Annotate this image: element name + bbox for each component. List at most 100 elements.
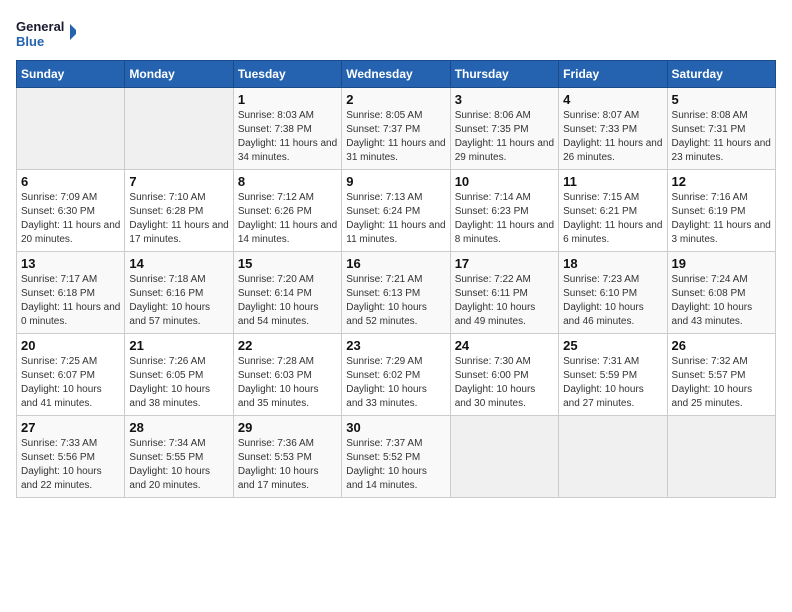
day-info: Sunrise: 8:06 AMSunset: 7:35 PMDaylight:… [455, 109, 554, 165]
day-info: Sunrise: 7:12 AMSunset: 6:26 PMDaylight:… [238, 191, 337, 247]
day-info: Sunrise: 7:21 AMSunset: 6:13 PMDaylight:… [346, 273, 445, 329]
calendar-cell: 18 Sunrise: 7:23 AMSunset: 6:10 PMDayligh… [559, 252, 667, 334]
calendar-header: SundayMondayTuesdayWednesdayThursdayFrid… [17, 61, 776, 88]
day-info: Sunrise: 7:34 AMSunset: 5:55 PMDaylight:… [129, 437, 228, 493]
calendar-cell: 6 Sunrise: 7:09 AMSunset: 6:30 PMDaylight… [17, 170, 125, 252]
calendar-cell: 3 Sunrise: 8:06 AMSunset: 7:35 PMDaylight… [450, 88, 558, 170]
calendar-cell: 9Sunrise: 7:13 AMSunset: 6:24 PMDaylight… [342, 170, 450, 252]
day-info: Sunrise: 7:09 AMSunset: 6:30 PMDaylight:… [21, 191, 120, 247]
calendar-body: 1Sunrise: 8:03 AMSunset: 7:38 PMDaylight… [17, 88, 776, 498]
calendar-cell: 19 Sunrise: 7:24 AMSunset: 6:08 PMDayligh… [667, 252, 775, 334]
calendar-cell: 20 Sunrise: 7:25 AMSunset: 6:07 PMDayligh… [17, 334, 125, 416]
day-info: Sunrise: 7:22 AMSunset: 6:11 PMDaylight:… [455, 273, 554, 329]
day-info: Sunrise: 7:26 AMSunset: 6:05 PMDaylight:… [129, 355, 228, 411]
calendar-cell: 4 Sunrise: 8:07 AMSunset: 7:33 PMDaylight… [559, 88, 667, 170]
day-number: 23 [346, 338, 445, 353]
logo: General Blue [16, 16, 76, 52]
calendar-cell: 15 Sunrise: 7:20 AMSunset: 6:14 PMDayligh… [233, 252, 341, 334]
day-number: 7 [129, 174, 228, 189]
weekday-header-friday: Friday [559, 61, 667, 88]
day-number: 26 [672, 338, 771, 353]
svg-text:Blue: Blue [16, 34, 44, 49]
calendar-cell: 25 Sunrise: 7:31 AMSunset: 5:59 PMDayligh… [559, 334, 667, 416]
weekday-header-tuesday: Tuesday [233, 61, 341, 88]
calendar-week-row: 1Sunrise: 8:03 AMSunset: 7:38 PMDaylight… [17, 88, 776, 170]
day-number: 20 [21, 338, 120, 353]
day-info: Sunrise: 7:23 AMSunset: 6:10 PMDaylight:… [563, 273, 662, 329]
calendar-cell [667, 416, 775, 498]
calendar-cell: 27Sunrise: 7:33 AMSunset: 5:56 PMDayligh… [17, 416, 125, 498]
day-number: 4 [563, 92, 662, 107]
day-info: Sunrise: 7:29 AMSunset: 6:02 PMDaylight:… [346, 355, 445, 411]
day-info: Sunrise: 7:28 AMSunset: 6:03 PMDaylight:… [238, 355, 337, 411]
calendar-week-row: 20 Sunrise: 7:25 AMSunset: 6:07 PMDayligh… [17, 334, 776, 416]
calendar-cell: 1Sunrise: 8:03 AMSunset: 7:38 PMDaylight… [233, 88, 341, 170]
day-number: 29 [238, 420, 337, 435]
day-info: Sunrise: 7:10 AMSunset: 6:28 PMDaylight:… [129, 191, 228, 247]
weekday-header-thursday: Thursday [450, 61, 558, 88]
day-number: 21 [129, 338, 228, 353]
day-number: 3 [455, 92, 554, 107]
day-info: Sunrise: 7:33 AMSunset: 5:56 PMDaylight:… [21, 437, 120, 493]
day-number: 9 [346, 174, 445, 189]
day-number: 18 [563, 256, 662, 271]
day-number: 8 [238, 174, 337, 189]
calendar-cell: 10Sunrise: 7:14 AMSunset: 6:23 PMDayligh… [450, 170, 558, 252]
calendar-cell: 12 Sunrise: 7:16 AMSunset: 6:19 PMDayligh… [667, 170, 775, 252]
day-number: 28 [129, 420, 228, 435]
day-info: Sunrise: 7:17 AMSunset: 6:18 PMDaylight:… [21, 273, 120, 329]
day-number: 16 [346, 256, 445, 271]
calendar-cell: 28 Sunrise: 7:34 AMSunset: 5:55 PMDayligh… [125, 416, 233, 498]
calendar-cell: 30 Sunrise: 7:37 AMSunset: 5:52 PMDayligh… [342, 416, 450, 498]
calendar-cell: 23 Sunrise: 7:29 AMSunset: 6:02 PMDayligh… [342, 334, 450, 416]
day-number: 10 [455, 174, 554, 189]
calendar-cell: 11 Sunrise: 7:15 AMSunset: 6:21 PMDayligh… [559, 170, 667, 252]
day-info: Sunrise: 7:30 AMSunset: 6:00 PMDaylight:… [455, 355, 554, 411]
weekday-header-monday: Monday [125, 61, 233, 88]
calendar-cell [450, 416, 558, 498]
calendar-cell: 8 Sunrise: 7:12 AMSunset: 6:26 PMDaylight… [233, 170, 341, 252]
day-info: Sunrise: 7:36 AMSunset: 5:53 PMDaylight:… [238, 437, 337, 493]
logo-svg: General Blue [16, 16, 76, 52]
day-info: Sunrise: 7:16 AMSunset: 6:19 PMDaylight:… [672, 191, 771, 247]
day-info: Sunrise: 7:37 AMSunset: 5:52 PMDaylight:… [346, 437, 445, 493]
day-info: Sunrise: 7:24 AMSunset: 6:08 PMDaylight:… [672, 273, 771, 329]
calendar-cell: 5Sunrise: 8:08 AMSunset: 7:31 PMDaylight… [667, 88, 775, 170]
day-number: 24 [455, 338, 554, 353]
calendar-week-row: 6 Sunrise: 7:09 AMSunset: 6:30 PMDaylight… [17, 170, 776, 252]
day-number: 14 [129, 256, 228, 271]
weekday-header-row: SundayMondayTuesdayWednesdayThursdayFrid… [17, 61, 776, 88]
day-number: 19 [672, 256, 771, 271]
calendar-cell: 17Sunrise: 7:22 AMSunset: 6:11 PMDayligh… [450, 252, 558, 334]
day-number: 12 [672, 174, 771, 189]
day-info: Sunrise: 7:25 AMSunset: 6:07 PMDaylight:… [21, 355, 120, 411]
day-number: 13 [21, 256, 120, 271]
calendar-cell: 29 Sunrise: 7:36 AMSunset: 5:53 PMDayligh… [233, 416, 341, 498]
day-number: 11 [563, 174, 662, 189]
day-number: 25 [563, 338, 662, 353]
day-number: 1 [238, 92, 337, 107]
calendar-cell [125, 88, 233, 170]
calendar-cell: 14 Sunrise: 7:18 AMSunset: 6:16 PMDayligh… [125, 252, 233, 334]
day-info: Sunrise: 7:20 AMSunset: 6:14 PMDaylight:… [238, 273, 337, 329]
day-number: 5 [672, 92, 771, 107]
day-number: 30 [346, 420, 445, 435]
day-info: Sunrise: 7:15 AMSunset: 6:21 PMDaylight:… [563, 191, 662, 247]
calendar-cell [559, 416, 667, 498]
calendar-cell: 16 Sunrise: 7:21 AMSunset: 6:13 PMDayligh… [342, 252, 450, 334]
calendar-cell: 13 Sunrise: 7:17 AMSunset: 6:18 PMDayligh… [17, 252, 125, 334]
calendar-cell: 21 Sunrise: 7:26 AMSunset: 6:05 PMDayligh… [125, 334, 233, 416]
weekday-header-sunday: Sunday [17, 61, 125, 88]
calendar-table: SundayMondayTuesdayWednesdayThursdayFrid… [16, 60, 776, 498]
day-info: Sunrise: 7:31 AMSunset: 5:59 PMDaylight:… [563, 355, 662, 411]
calendar-cell: 26Sunrise: 7:32 AMSunset: 5:57 PMDayligh… [667, 334, 775, 416]
day-info: Sunrise: 8:07 AMSunset: 7:33 PMDaylight:… [563, 109, 662, 165]
day-info: Sunrise: 7:18 AMSunset: 6:16 PMDaylight:… [129, 273, 228, 329]
day-number: 15 [238, 256, 337, 271]
page-header: General Blue [16, 16, 776, 52]
svg-text:General: General [16, 19, 64, 34]
weekday-header-wednesday: Wednesday [342, 61, 450, 88]
weekday-header-saturday: Saturday [667, 61, 775, 88]
day-number: 6 [21, 174, 120, 189]
calendar-cell: 2Sunrise: 8:05 AMSunset: 7:37 PMDaylight… [342, 88, 450, 170]
